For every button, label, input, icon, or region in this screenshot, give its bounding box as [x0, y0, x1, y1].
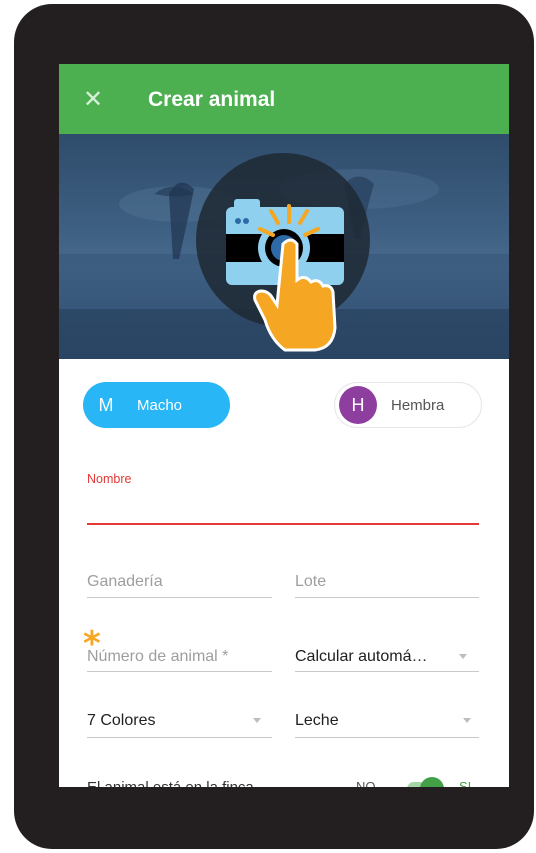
calcular-dropdown[interactable]: Calcular automá…	[295, 646, 428, 668]
tipo-dropdown[interactable]: Leche	[295, 710, 339, 732]
ganaderia-input[interactable]: Ganadería	[87, 571, 163, 593]
male-avatar: M	[87, 386, 125, 424]
chevron-down-icon	[463, 718, 471, 723]
photo-area	[59, 134, 509, 359]
app-screen: ✕ Crear animal M Macho H Hembra Nombre G…	[59, 64, 509, 787]
nombre-underline	[87, 523, 479, 525]
tipo-underline	[295, 737, 479, 738]
female-chip[interactable]: H Hembra	[334, 382, 482, 428]
male-chip[interactable]: M Macho	[83, 382, 230, 428]
male-label: Macho	[137, 396, 183, 414]
toggle-si-label: SI	[459, 779, 472, 787]
nombre-input[interactable]	[87, 494, 479, 520]
chevron-down-icon	[253, 718, 261, 723]
female-label: Hembra	[391, 396, 445, 414]
chevron-down-icon	[459, 654, 467, 659]
nombre-label: Nombre	[87, 472, 132, 486]
close-icon[interactable]: ✕	[83, 84, 103, 114]
female-avatar: H	[339, 386, 377, 424]
lote-input[interactable]: Lote	[295, 571, 326, 593]
page-title: Crear animal	[148, 88, 276, 111]
add-photo-button[interactable]	[59, 134, 509, 359]
numero-animal-input[interactable]: Número de animal *	[87, 646, 228, 668]
lote-underline	[295, 597, 479, 598]
sex-selector: M Macho H Hembra	[59, 382, 509, 432]
toggle-no-label: NO	[356, 779, 376, 787]
raza-underline	[87, 737, 272, 738]
app-bar: ✕ Crear animal	[59, 64, 509, 134]
required-highlight-icon: *	[83, 624, 101, 664]
toggle-thumb[interactable]	[420, 777, 444, 787]
raza-dropdown[interactable]: 7 Colores	[87, 710, 155, 732]
numero-underline	[87, 671, 272, 672]
ganaderia-underline	[87, 597, 272, 598]
finca-row-label: El animal está en la finca	[87, 779, 254, 787]
calcular-underline	[295, 671, 479, 672]
